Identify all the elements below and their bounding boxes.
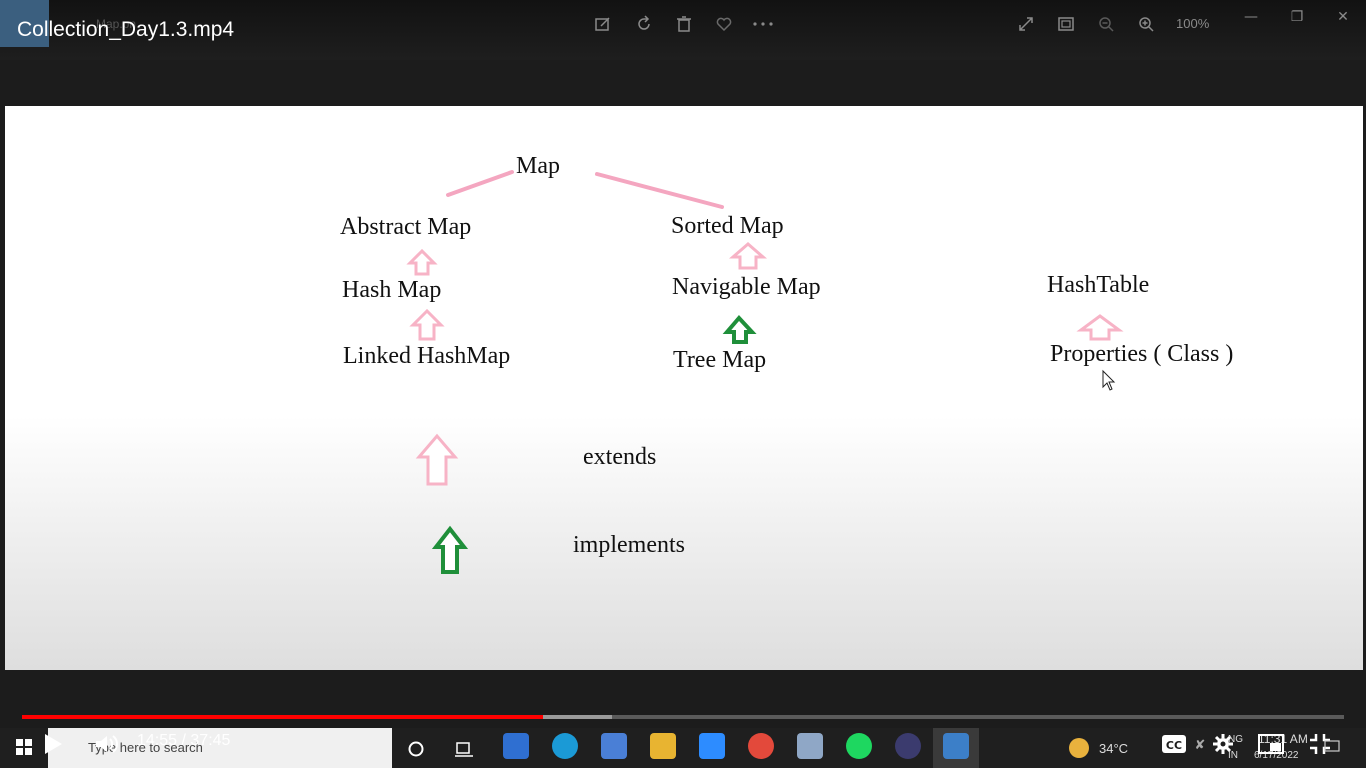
diagram-graphics — [406, 170, 1124, 574]
favorite-icon[interactable] — [713, 13, 735, 35]
current-time: 14:55 — [137, 732, 178, 749]
extends-arrow-4 — [1076, 314, 1124, 341]
video-title[interactable]: Collection_Day1.3.mp4 — [17, 18, 234, 42]
weather-temp: 34°C — [1099, 741, 1129, 756]
legend-implements-label: implements — [573, 532, 685, 558]
progress-played — [22, 715, 543, 719]
weather-icon[interactable] — [1069, 738, 1089, 758]
video-time: 14:55 / 37:45 — [137, 732, 230, 750]
node-hashtable: HashTable — [1047, 272, 1150, 298]
captions-icon[interactable]: CC — [1160, 733, 1188, 755]
delete-icon[interactable] — [673, 13, 695, 35]
extends-arrow-2 — [409, 308, 445, 341]
mouse-cursor-icon — [1102, 369, 1116, 391]
restore-icon[interactable]: ❐ — [1283, 6, 1311, 28]
fit-icon[interactable] — [1055, 13, 1077, 35]
extends-arrow-1 — [406, 248, 438, 276]
extends-arrow-3 — [728, 242, 768, 270]
node-linked-hashmap: Linked HashMap — [343, 343, 511, 369]
miniplayer-icon[interactable] — [1257, 732, 1285, 756]
edit-icon[interactable] — [592, 13, 614, 35]
mail-app-icon[interactable] — [503, 733, 529, 759]
connector-line-right — [595, 172, 724, 209]
volume-icon[interactable] — [93, 731, 121, 757]
photos-app-taskbar-icon[interactable] — [943, 733, 969, 759]
zoom-level: 100% — [1176, 16, 1210, 31]
zoom-out-icon[interactable] — [1095, 13, 1117, 35]
implements-arrow-1 — [722, 314, 757, 344]
legend-extends-label: extends — [583, 444, 657, 470]
duration: 37:45 — [190, 732, 231, 749]
zoom-app-icon[interactable] — [699, 733, 725, 759]
svg-text:CC: CC — [1166, 739, 1182, 752]
windows-start-icon[interactable] — [14, 737, 34, 757]
node-abstract-map: Abstract Map — [340, 214, 472, 240]
connector-line-left — [446, 170, 514, 197]
video-progress-bar[interactable] — [22, 715, 1344, 719]
node-tree-map: Tree Map — [673, 347, 767, 373]
close-icon[interactable]: ✕ — [1329, 6, 1357, 28]
more-icon[interactable] — [752, 13, 774, 35]
spotify-app-icon[interactable] — [846, 733, 872, 759]
app-icon-generic[interactable] — [797, 733, 823, 759]
zoom-in-icon[interactable] — [1135, 13, 1157, 35]
node-hash-map: Hash Map — [342, 277, 442, 303]
legend-extends-arrow — [415, 433, 459, 486]
node-properties: Properties ( Class ) — [1050, 341, 1234, 367]
task-view-icon[interactable] — [452, 737, 476, 761]
minimize-icon[interactable]: — — [1237, 6, 1265, 28]
eclipse-app-icon[interactable] — [895, 733, 921, 759]
cortana-icon[interactable] — [404, 737, 428, 761]
expand-icon[interactable] — [1015, 13, 1037, 35]
node-navigable-map: Navigable Map — [672, 274, 821, 300]
node-map: Map — [516, 153, 560, 179]
diagram-slide: Map Abstract Map Hash Map Linked HashMap… — [5, 106, 1363, 670]
speaker-tray-icon[interactable]: ✘ — [1190, 735, 1210, 755]
notifications-icon[interactable] — [1322, 737, 1342, 757]
chrome-browser-icon[interactable] — [748, 733, 774, 759]
legend-implements-arrow — [431, 525, 469, 574]
store-app-icon[interactable] — [601, 733, 627, 759]
edge-browser-icon[interactable] — [552, 733, 578, 759]
play-icon[interactable] — [40, 731, 66, 757]
file-explorer-icon[interactable] — [650, 733, 676, 759]
rotate-icon[interactable] — [633, 13, 655, 35]
time-separator: / — [181, 732, 186, 749]
settings-gear-icon[interactable] — [1210, 731, 1236, 757]
node-sorted-map: Sorted Map — [671, 213, 784, 239]
